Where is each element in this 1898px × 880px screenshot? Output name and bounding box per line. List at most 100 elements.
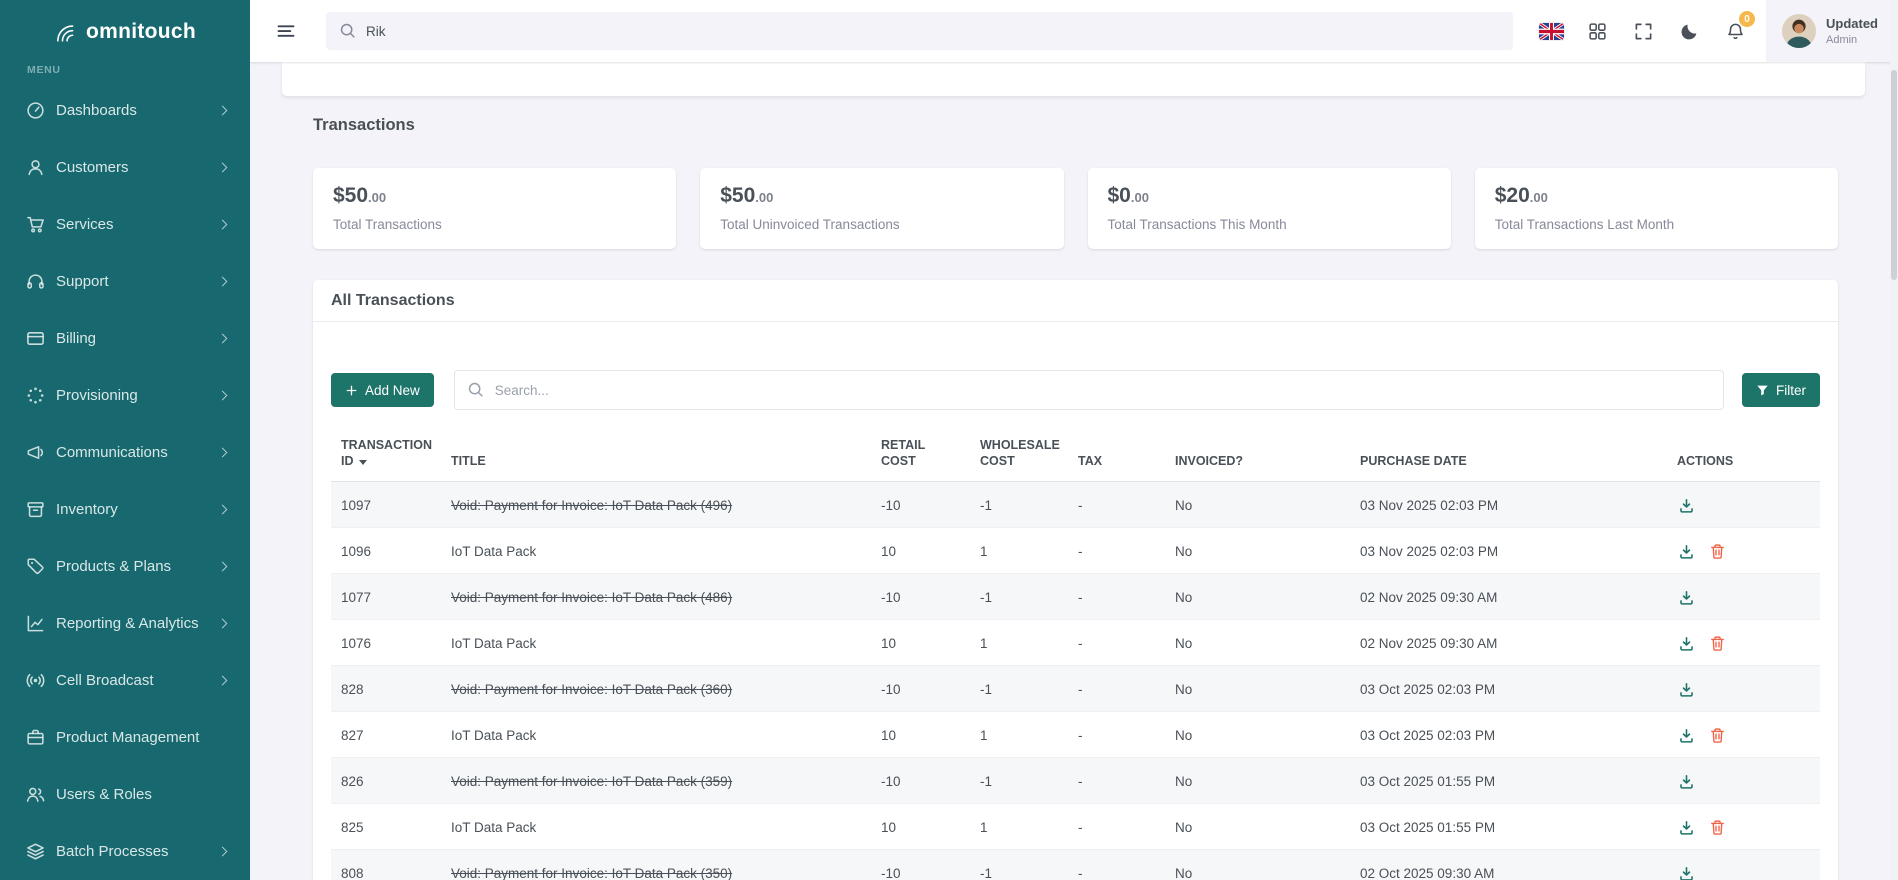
apps-grid-button[interactable] [1574, 8, 1620, 54]
stat-label: Total Transactions This Month [1108, 217, 1431, 232]
brand-logo-icon [56, 22, 80, 43]
download-icon [1678, 773, 1695, 790]
sidebar-item[interactable]: Inventory [0, 481, 250, 538]
cell-purchase-date: 03 Oct 2025 01:55 PM [1350, 804, 1667, 850]
sidebar-menu: Dashboards Customers Services Support Bi… [0, 82, 250, 880]
cell-purchase-date: 03 Oct 2025 01:55 PM [1350, 758, 1667, 804]
cell-tax: - [1068, 666, 1165, 712]
cell-invoiced: No [1165, 758, 1350, 804]
cell-invoiced: No [1165, 712, 1350, 758]
sidebar-item[interactable]: Cell Broadcast [0, 652, 250, 709]
chevron-right-icon [218, 619, 228, 629]
provisioning-icon [26, 386, 45, 405]
delete-button[interactable] [1708, 542, 1726, 560]
notifications-button[interactable]: 0 [1712, 8, 1758, 54]
download-button[interactable] [1677, 680, 1695, 698]
column-header[interactable]: RETAIL COST [871, 437, 970, 482]
sidebar-item-label: Communications [56, 444, 219, 461]
global-search-input[interactable] [326, 12, 1513, 50]
download-button[interactable] [1677, 818, 1695, 836]
table-row: 1096 IoT Data Pack 10 1 - No 03 Nov 2025… [331, 528, 1820, 574]
cell-wholesale-cost: 1 [970, 528, 1068, 574]
dark-mode-button[interactable] [1666, 8, 1712, 54]
download-button[interactable] [1677, 772, 1695, 790]
chevron-right-icon [218, 220, 228, 230]
column-header[interactable]: WHOLESALE COST [970, 437, 1068, 482]
chevron-right-icon [218, 391, 228, 401]
stats-row: $50.00 Total Transactions $50.00 Total U… [313, 168, 1838, 249]
sidebar-item[interactable]: Support [0, 253, 250, 310]
sidebar-item-label: Dashboards [56, 102, 219, 119]
language-flag-button[interactable] [1528, 8, 1574, 54]
sidebar-item[interactable]: Batch Processes [0, 823, 250, 880]
user-menu[interactable]: Updated Admin [1766, 0, 1898, 62]
column-header[interactable]: ACTIONS [1667, 437, 1820, 482]
cell-wholesale-cost: -1 [970, 666, 1068, 712]
stat-card: $50.00 Total Transactions [313, 168, 676, 249]
stat-label: Total Transactions Last Month [1495, 217, 1818, 232]
cell-transaction-id: 826 [331, 758, 441, 804]
filter-button[interactable]: Filter [1742, 373, 1820, 407]
sidebar-item[interactable]: Reporting & Analytics [0, 595, 250, 652]
column-header[interactable]: TAX [1068, 437, 1165, 482]
page-scrollbar-thumb[interactable] [1891, 70, 1897, 280]
sidebar-item-label: Cell Broadcast [56, 672, 219, 689]
menu-section-label: MENU [0, 64, 250, 76]
column-header[interactable]: TRANSACTION ID [331, 437, 441, 482]
table-search-input[interactable] [454, 370, 1724, 410]
cell-title: Void: Payment for Invoice: IoT Data Pack… [451, 866, 732, 880]
cell-invoiced: No [1165, 850, 1350, 880]
topbar-actions: 0 Updated Admin [1528, 0, 1898, 62]
download-button[interactable] [1677, 864, 1695, 880]
download-button[interactable] [1677, 634, 1695, 652]
cell-transaction-id: 1096 [331, 528, 441, 574]
plus-icon [345, 384, 358, 397]
download-icon [1678, 865, 1695, 880]
download-button[interactable] [1677, 588, 1695, 606]
sidebar-item[interactable]: Communications [0, 424, 250, 481]
topbar: 0 Updated Admin [250, 0, 1898, 62]
sidebar-item[interactable]: Billing [0, 310, 250, 367]
download-icon [1678, 497, 1695, 514]
cell-transaction-id: 1097 [331, 482, 441, 528]
download-button[interactable] [1677, 726, 1695, 744]
table-search [454, 370, 1724, 410]
chevron-right-icon [218, 163, 228, 173]
reporting-analytics-icon [26, 614, 45, 633]
brand-logo[interactable]: omnitouch [0, 0, 250, 64]
column-header[interactable]: TITLE [441, 437, 871, 482]
cell-wholesale-cost: -1 [970, 850, 1068, 880]
sidebar-item[interactable]: Provisioning [0, 367, 250, 424]
download-icon [1678, 635, 1695, 652]
sidebar-item[interactable]: Customers [0, 139, 250, 196]
sidebar-item[interactable]: Services [0, 196, 250, 253]
chevron-right-icon [218, 505, 228, 515]
sidebar-item[interactable]: Dashboards [0, 82, 250, 139]
column-header[interactable]: INVOICED? [1165, 437, 1350, 482]
hamburger-menu-button[interactable] [270, 15, 302, 47]
download-icon [1678, 589, 1695, 606]
sidebar-item[interactable]: Product Management [0, 709, 250, 766]
delete-button[interactable] [1708, 818, 1726, 836]
stat-cents: .00 [1530, 190, 1548, 205]
delete-button[interactable] [1708, 634, 1726, 652]
download-button[interactable] [1677, 496, 1695, 514]
stat-cents: .00 [755, 190, 773, 205]
services-icon [26, 215, 45, 234]
cell-wholesale-cost: 1 [970, 712, 1068, 758]
download-button[interactable] [1677, 542, 1695, 560]
column-header[interactable]: PURCHASE DATE [1350, 437, 1667, 482]
cell-wholesale-cost: 1 [970, 804, 1068, 850]
stat-label: Total Transactions [333, 217, 656, 232]
cell-title: IoT Data Pack [451, 544, 536, 559]
add-new-button[interactable]: Add New [331, 373, 434, 407]
delete-button[interactable] [1708, 726, 1726, 744]
sidebar-item[interactable]: Products & Plans [0, 538, 250, 595]
cell-retail-cost: -10 [871, 574, 970, 620]
fullscreen-button[interactable] [1620, 8, 1666, 54]
cell-invoiced: No [1165, 528, 1350, 574]
cell-purchase-date: 02 Oct 2025 09:30 AM [1350, 850, 1667, 880]
product-management-icon [26, 728, 45, 747]
sidebar-item[interactable]: Users & Roles [0, 766, 250, 823]
cell-wholesale-cost: -1 [970, 758, 1068, 804]
